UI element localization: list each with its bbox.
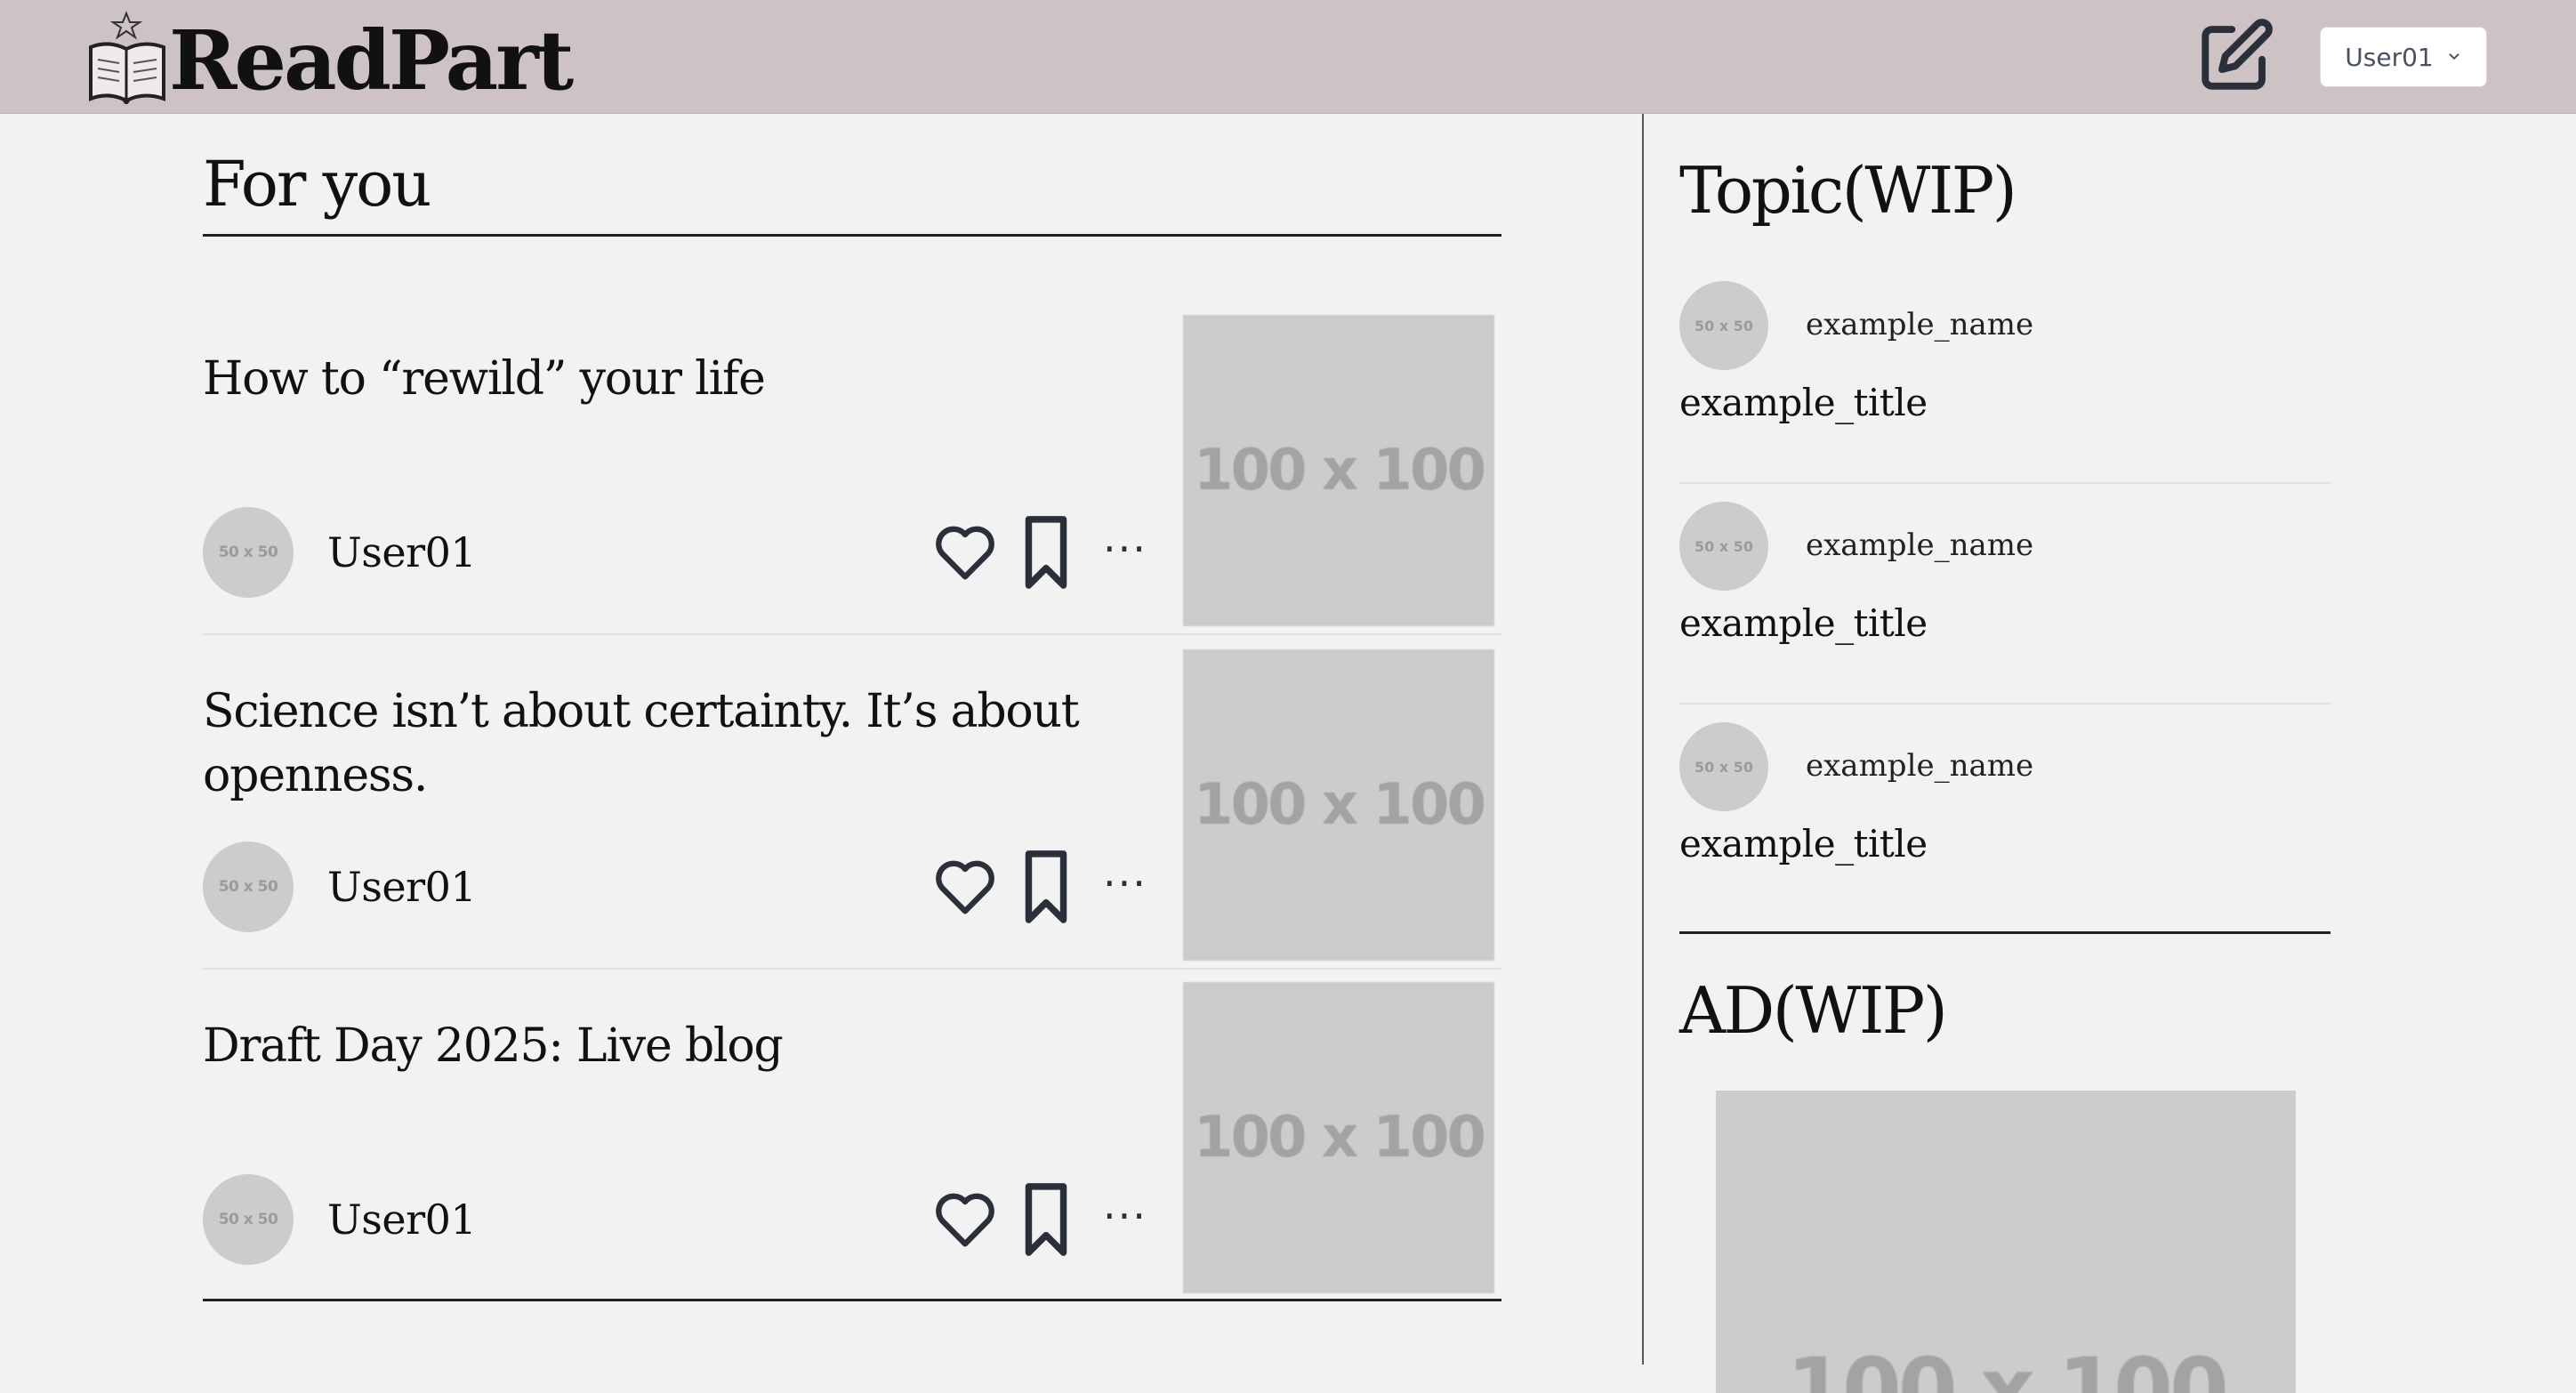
topic-author-name[interactable]: example_name xyxy=(1806,751,2033,781)
article-title[interactable]: Science isn’t about certainty. It’s abou… xyxy=(203,680,1128,808)
topic-title[interactable]: example_title xyxy=(1679,605,1928,642)
article-title[interactable]: Draft Day 2025: Live blog xyxy=(203,1014,1128,1078)
ad-section-title: AD(WIP) xyxy=(1679,973,1948,1048)
article-card: Draft Day 2025: Live blog 50 x 50 User01… xyxy=(203,982,1501,1316)
avatar: 50 x 50 xyxy=(203,507,294,598)
topic-avatar: 50 x 50 xyxy=(1679,502,1768,591)
author-name[interactable]: User01 xyxy=(327,532,477,573)
article-thumbnail[interactable]: 100 x 100 xyxy=(1183,982,1494,1293)
ad-placeholder-text: 100 x 100 xyxy=(1786,1340,2229,1393)
logo[interactable]: ReadPart xyxy=(87,7,574,109)
article-title[interactable]: How to “rewild” your life xyxy=(203,347,1128,411)
write-post-button[interactable] xyxy=(2195,16,2275,96)
more-options-icon[interactable]: ··· xyxy=(1103,525,1147,573)
sidebar-section-divider xyxy=(1679,931,2330,934)
topic-author-name[interactable]: example_name xyxy=(1806,530,2033,560)
open-book-icon xyxy=(87,10,167,104)
user-menu-dropdown[interactable]: User01 xyxy=(2320,27,2487,87)
article-thumbnail[interactable]: 100 x 100 xyxy=(1183,315,1494,626)
avatar: 50 x 50 xyxy=(203,1174,294,1265)
topic-title[interactable]: example_title xyxy=(1679,384,1928,422)
topic-avatar: 50 x 50 xyxy=(1679,281,1768,370)
topic-divider xyxy=(1679,703,2330,705)
edit-icon xyxy=(2202,19,2273,90)
avatar: 50 x 50 xyxy=(203,841,294,932)
feed-title-divider xyxy=(203,234,1501,237)
article-card: Science isn’t about certainty. It’s abou… xyxy=(203,649,1501,983)
logo-text: ReadPart xyxy=(169,12,574,109)
topic-author-name[interactable]: example_name xyxy=(1806,310,2033,340)
article-card: How to “rewild” your life 50 x 50 User01… xyxy=(203,315,1501,648)
feed-title: For you xyxy=(203,148,431,221)
bookmark-icon[interactable] xyxy=(1021,514,1071,591)
user-menu-label: User01 xyxy=(2345,42,2434,72)
article-divider xyxy=(203,968,1501,970)
topic-section-title: Topic(WIP) xyxy=(1679,153,2017,228)
top-bar: ReadPart User01 xyxy=(0,0,2576,114)
article-divider xyxy=(203,633,1501,635)
bookmark-icon[interactable] xyxy=(1021,849,1071,925)
ad-placeholder[interactable]: 100 x 100 xyxy=(1716,1091,2296,1393)
bookmark-icon[interactable] xyxy=(1021,1181,1071,1258)
topic-title[interactable]: example_title xyxy=(1679,825,1928,863)
topic-divider xyxy=(1679,482,2330,484)
article-thumbnail[interactable]: 100 x 100 xyxy=(1183,649,1494,961)
feed-bottom-divider xyxy=(203,1299,1501,1301)
more-options-icon[interactable]: ··· xyxy=(1103,859,1147,907)
more-options-icon[interactable]: ··· xyxy=(1103,1192,1147,1240)
like-heart-icon[interactable] xyxy=(929,850,1002,922)
author-name[interactable]: User01 xyxy=(327,1199,477,1240)
like-heart-icon[interactable] xyxy=(929,1183,1002,1254)
column-divider xyxy=(1642,114,1644,1365)
chevron-down-icon xyxy=(2449,53,2459,60)
author-name[interactable]: User01 xyxy=(327,866,477,907)
like-heart-icon[interactable] xyxy=(929,516,1002,587)
topic-avatar: 50 x 50 xyxy=(1679,722,1768,811)
